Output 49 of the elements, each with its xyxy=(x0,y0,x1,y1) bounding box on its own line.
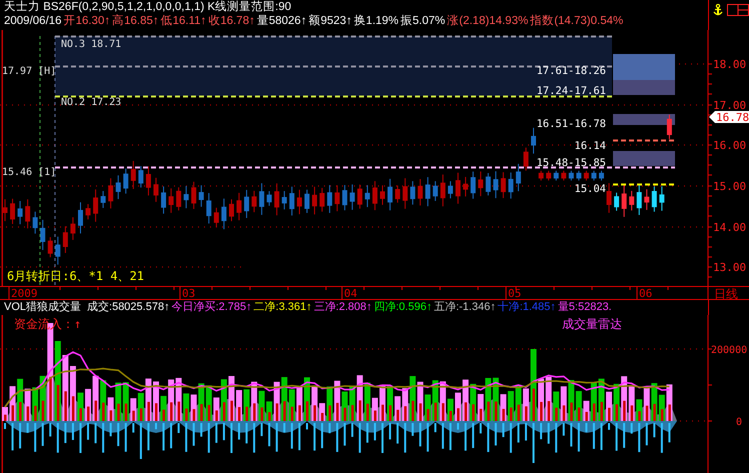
quote-value: 2009/06/16 xyxy=(4,14,62,28)
period-label: 日线 xyxy=(714,287,738,300)
inflow-label: 资金流入：↑ xyxy=(14,317,82,331)
indicator-reading: 成交:58025.578↑ xyxy=(87,300,170,315)
price-range-label: 16.14 xyxy=(574,140,606,152)
price-axis-label: 18.00 xyxy=(713,58,746,71)
price-range-label: 17.61-18.26 xyxy=(536,65,606,77)
date-axis-label: 06 xyxy=(639,287,652,300)
price-level-label: NO.3 18.71 xyxy=(61,39,122,50)
turning-date-note: 6月转折日:6、*1 4、21 xyxy=(7,269,144,283)
price-range-label: 16.51-16.78 xyxy=(536,118,606,130)
price-level-label: 15.46 [1] xyxy=(2,167,56,178)
indicator-reading: 四净:0.596↑ xyxy=(374,300,432,315)
indicator-reading: 五净:-1.346↑ xyxy=(434,300,496,315)
indicator-reading: 今日净买:2.785↑ xyxy=(172,300,252,315)
quote-value: 振5.07% xyxy=(400,14,446,28)
volume-axis-label: 200000 xyxy=(711,345,748,356)
quote-value: 高16.85↑ xyxy=(112,14,159,28)
quote-value: 低16.11↑ xyxy=(160,14,206,28)
quote-value: 开16.30↑ xyxy=(64,14,110,28)
quote-value: 涨(2.18)14.93% xyxy=(447,14,528,28)
indicator-title: VOL猎狼成交量 xyxy=(4,300,82,315)
price-axis-label: 16.00 xyxy=(713,139,746,152)
last-price-tag: 16.78 xyxy=(709,111,749,124)
date-axis-label: 2009 xyxy=(11,287,38,300)
price-axis-label: 17.00 xyxy=(713,99,746,112)
quote-value: 量58026↑ xyxy=(256,14,307,28)
price-axis-label: 14.00 xyxy=(713,221,746,234)
quote-value: 收16.78↑ xyxy=(208,14,255,28)
price-axis-label: 13.00 xyxy=(713,261,746,274)
indicator-reading: 量5:52823. xyxy=(558,300,612,315)
volume-axis-label: 0 xyxy=(736,417,742,428)
price-range-label: 15.04 xyxy=(574,183,606,195)
date-axis-label: 05 xyxy=(508,287,522,300)
price-range-label: 15.48-15.85 xyxy=(536,157,606,169)
quote-value: 额9523↑ xyxy=(308,14,352,28)
date-axis-label: 04 xyxy=(344,287,358,300)
quote-value: 换1.19% xyxy=(354,14,399,28)
indicator-reading: 十净:1.485↑ xyxy=(498,300,556,315)
price-range-label: 17.24-17.61 xyxy=(536,85,606,97)
indicator-reading: 三净:2.808↑ xyxy=(314,300,372,315)
indicator-reading: 二净:3.361↑ xyxy=(254,300,312,315)
quote-value: 指数(14.73)0.54% xyxy=(530,14,624,28)
price-level-label: 17.97 [H] xyxy=(2,66,56,77)
price-level-label: NO.2 17.23 xyxy=(61,97,122,108)
price-axis-label: 15.00 xyxy=(713,180,746,193)
chart-title: 天士力 BS26F(0,2,90,5,1,2,1,0,0,0,1,1) K线测量范围:90 xyxy=(4,0,292,14)
indicator-caption: 成交量雷达 xyxy=(562,317,622,331)
date-axis-label: 03 xyxy=(182,287,196,300)
